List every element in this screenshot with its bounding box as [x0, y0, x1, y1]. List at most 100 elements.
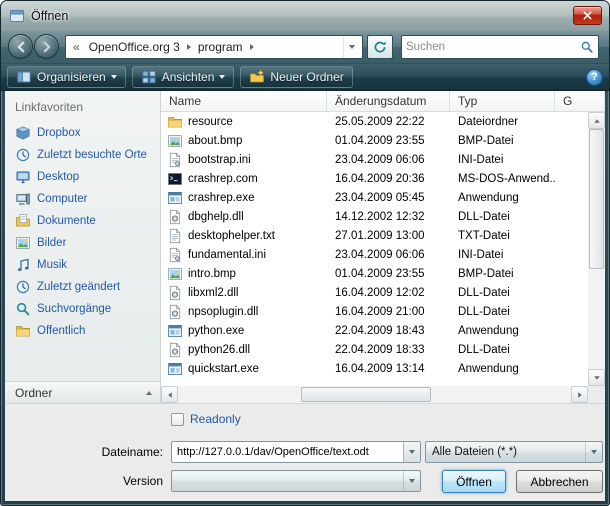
search-input[interactable]	[406, 41, 580, 53]
horizontal-scrollbar[interactable]	[161, 386, 588, 403]
open-button[interactable]: Öffnen	[442, 470, 506, 493]
file-row[interactable]: npsoplugin.dll16.04.2009 21:00DLL-Datei	[161, 302, 588, 321]
file-row[interactable]: libxml2.dll16.04.2009 12:02DLL-Datei	[161, 283, 588, 302]
column-header-label: Name	[169, 94, 201, 108]
dropbox-icon	[15, 125, 31, 141]
scroll-down-button[interactable]	[588, 369, 605, 386]
close-icon	[582, 10, 593, 21]
dll-file-icon	[167, 209, 183, 225]
version-dropdown-button[interactable]	[403, 471, 420, 491]
scroll-right-button[interactable]	[571, 386, 588, 403]
sidebar-item-bilder[interactable]: Bilder	[5, 232, 160, 254]
file-type: DLL-Datei	[450, 287, 555, 299]
file-type: BMP-Datei	[450, 135, 555, 147]
file-row[interactable]: dbghelp.dll14.12.2002 12:32DLL-Datei	[161, 207, 588, 226]
favorites-list: Dropbox Zuletzt besuchte Orte Desktop Compu…	[5, 122, 160, 342]
open-file-dialog: Öffnen « OpenOffice.org 3 program	[0, 0, 610, 506]
breadcrumb-item[interactable]: program	[193, 40, 248, 54]
organize-button[interactable]: Organisieren	[7, 66, 126, 88]
app-icon	[167, 190, 183, 206]
filetype-dropdown-button[interactable]	[585, 442, 602, 462]
refresh-button[interactable]	[367, 35, 393, 59]
scroll-left-button[interactable]	[161, 386, 178, 403]
recent-places-icon	[15, 147, 31, 163]
filename-dropdown-button[interactable]	[403, 442, 420, 462]
file-row[interactable]: about.bmp01.04.2009 23:55BMP-Datei	[161, 131, 588, 150]
dll-file-icon	[167, 304, 183, 320]
vertical-scrollbar[interactable]	[588, 112, 605, 386]
file-list: Name Änderungsdatum Typ G resource25.05.…	[161, 91, 605, 403]
chevron-down-icon	[409, 479, 415, 483]
sidebar-item-label: Dropbox	[37, 127, 80, 139]
new-folder-button[interactable]: Neuer Ordner	[240, 66, 352, 88]
breadcrumb-overflow-chevron[interactable]: «	[69, 40, 84, 54]
file-row[interactable]: crashrep.com16.04.2009 20:36MS-DOS-Anwen…	[161, 169, 588, 188]
horizontal-scroll-thumb[interactable]	[301, 387, 431, 402]
recent-changed-icon	[15, 279, 31, 295]
sidebar-item-label: Musik	[37, 259, 67, 271]
file-type: INI-Datei	[450, 249, 555, 261]
file-row[interactable]: resource25.05.2009 22:22Dateiordner	[161, 112, 588, 131]
column-header-date[interactable]: Änderungsdatum	[327, 91, 450, 111]
sidebar-item-desktop[interactable]: Desktop	[5, 166, 160, 188]
sidebar-item-label: Desktop	[37, 171, 79, 183]
file-rows-container: resource25.05.2009 22:22Dateiordnerabout…	[161, 112, 588, 386]
cancel-button[interactable]: Abbrechen	[516, 470, 603, 493]
sidebar-item-zuletzt-besuchte-orte[interactable]: Zuletzt besuchte Orte	[5, 144, 160, 166]
readonly-checkbox[interactable]	[171, 413, 184, 426]
arrow-down-icon	[594, 376, 599, 380]
search-icon[interactable]	[580, 40, 594, 54]
file-row[interactable]: fundamental.ini23.04.2009 06:06INI-Datei	[161, 245, 588, 264]
sidebar-item-label: Öffentlich	[37, 325, 85, 337]
views-button[interactable]: Ansichten	[132, 66, 235, 88]
sidebar-item-dokumente[interactable]: Dokumente	[5, 210, 160, 232]
close-button[interactable]	[573, 6, 602, 25]
breadcrumb-item[interactable]: OpenOffice.org 3	[84, 40, 185, 54]
window-title: Öffnen	[31, 9, 68, 23]
sidebar-item-suchvorgänge[interactable]: Suchvorgänge	[5, 298, 160, 320]
help-icon: ?	[591, 71, 598, 83]
file-row[interactable]: quickstart.exe16.04.2009 13:14Anwendung	[161, 359, 588, 378]
sidebar-item-computer[interactable]: Computer	[5, 188, 160, 210]
chevron-up-icon	[146, 391, 152, 395]
sidebar-item-zuletzt-geändert[interactable]: Zuletzt geändert	[5, 276, 160, 298]
file-date: 27.01.2009 13:00	[327, 230, 450, 242]
public-folder-icon	[15, 323, 31, 339]
filename-input[interactable]	[172, 442, 403, 462]
back-button[interactable]	[8, 34, 33, 59]
column-header-name[interactable]: Name	[161, 91, 327, 111]
file-row[interactable]: intro.bmp01.04.2009 23:55BMP-Datei	[161, 264, 588, 283]
image-file-icon	[167, 266, 183, 282]
navigation-bar: « OpenOffice.org 3 program	[1, 31, 609, 63]
file-name: desktophelper.txt	[188, 230, 275, 242]
column-header-type[interactable]: Typ	[450, 91, 555, 111]
sidebar-item-öffentlich[interactable]: Öffentlich	[5, 320, 160, 342]
file-name: python26.dll	[188, 344, 250, 356]
forward-button[interactable]	[34, 34, 59, 59]
file-row[interactable]: desktophelper.txt27.01.2009 13:00TXT-Dat…	[161, 226, 588, 245]
folders-label: Ordner	[15, 386, 52, 400]
file-row[interactable]: bootstrap.ini23.04.2009 06:06INI-Datei	[161, 150, 588, 169]
column-header-size[interactable]: G	[555, 91, 605, 111]
file-name: python.exe	[188, 325, 244, 337]
address-dropdown-button[interactable]	[343, 36, 359, 58]
breadcrumb-separator-icon[interactable]	[250, 44, 254, 50]
sidebar-item-musik[interactable]: Musik	[5, 254, 160, 276]
file-date: 16.04.2009 21:00	[327, 306, 450, 318]
breadcrumb-separator-icon[interactable]	[187, 44, 191, 50]
readonly-label[interactable]: Readonly	[190, 412, 241, 426]
file-row[interactable]: python.exe22.04.2009 18:43Anwendung	[161, 321, 588, 340]
breadcrumb-bar[interactable]: « OpenOffice.org 3 program	[65, 35, 363, 59]
file-date: 01.04.2009 23:55	[327, 135, 450, 147]
folders-expander[interactable]: Ordner	[5, 381, 160, 403]
sidebar-item-dropbox[interactable]: Dropbox	[5, 122, 160, 144]
vertical-scroll-thumb[interactable]	[589, 129, 604, 269]
version-select[interactable]	[171, 470, 421, 492]
file-row[interactable]: crashrep.exe23.04.2009 05:45Anwendung	[161, 188, 588, 207]
help-button[interactable]: ?	[586, 69, 603, 86]
app-icon	[167, 323, 183, 339]
filetype-select[interactable]: Alle Dateien (*.*)	[425, 441, 603, 463]
file-row[interactable]: python26.dll22.04.2009 18:33DLL-Datei	[161, 340, 588, 359]
scroll-up-button[interactable]	[588, 112, 605, 129]
file-date: 23.04.2009 06:06	[327, 154, 450, 166]
